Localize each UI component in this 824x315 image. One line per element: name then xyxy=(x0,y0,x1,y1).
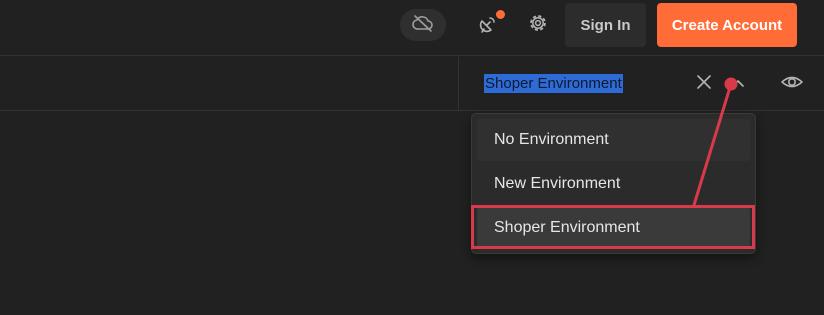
environment-option-new[interactable]: New Environment xyxy=(477,163,750,205)
chevron-up-icon xyxy=(731,75,745,93)
environment-dropdown: No Environment New Environment Shoper En… xyxy=(471,113,756,254)
eye-icon xyxy=(780,73,804,96)
environment-option-shoper[interactable]: Shoper Environment xyxy=(477,207,750,249)
close-icon xyxy=(696,74,712,95)
create-account-button[interactable]: Create Account xyxy=(657,3,797,47)
divider xyxy=(458,57,459,111)
cloud-off-icon xyxy=(412,14,434,37)
gear-icon xyxy=(527,12,549,39)
collapse-environment-button[interactable] xyxy=(728,72,748,96)
sync-status-button[interactable] xyxy=(400,9,446,41)
sign-in-button[interactable]: Sign In xyxy=(565,3,646,47)
environment-quick-look-button[interactable] xyxy=(778,70,806,98)
environment-option-none[interactable]: No Environment xyxy=(477,119,750,161)
clear-environment-button[interactable] xyxy=(692,72,716,96)
settings-button[interactable] xyxy=(522,9,554,41)
notification-dot xyxy=(496,10,505,19)
environment-selector-input[interactable]: Shoper Environment xyxy=(484,74,623,93)
